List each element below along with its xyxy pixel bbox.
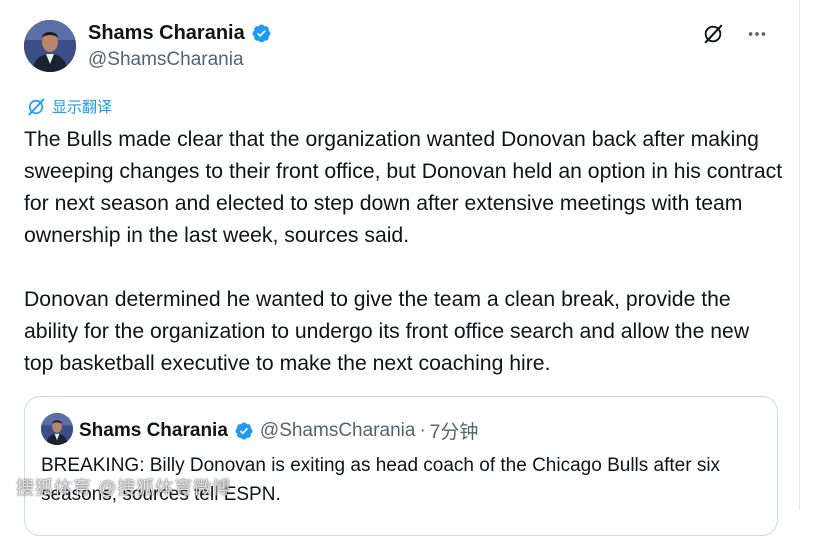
show-translation-button[interactable]: 显示翻译 xyxy=(26,96,112,117)
quoted-author-avatar[interactable] xyxy=(41,413,73,445)
author-handle[interactable]: @ShamsCharania xyxy=(88,49,272,71)
verified-badge-icon xyxy=(252,24,271,42)
tweet-body-text: The Bulls made clear that the organizati… xyxy=(24,128,783,375)
grok-icon[interactable] xyxy=(701,22,725,46)
show-translation-label: 显示翻译 xyxy=(52,99,113,116)
author-avatar[interactable] xyxy=(24,20,76,72)
quoted-author-name[interactable]: Shams Charania xyxy=(79,420,228,442)
author-block: Shams Charania @ShamsCharania xyxy=(88,20,272,71)
quoted-tweet-text: BREAKING: Billy Donovan is exiting as he… xyxy=(41,455,721,505)
author-name[interactable]: Shams Charania xyxy=(88,22,245,45)
tweet-actions xyxy=(701,22,769,46)
more-options-icon[interactable] xyxy=(745,22,769,46)
quoted-tweet-timestamp[interactable]: 7分钟 xyxy=(430,417,479,444)
verified-badge-icon xyxy=(235,421,253,440)
tweet-card: Shams Charania @ShamsCharania 显示翻译 The B… xyxy=(0,0,800,536)
quoted-tweet[interactable]: Shams Charania @ShamsCharania · 7分钟 BREA… xyxy=(24,396,778,536)
translate-icon xyxy=(28,98,45,115)
quoted-author-handle[interactable]: @ShamsCharania xyxy=(260,420,416,442)
meta-separator: · xyxy=(419,419,426,441)
quoted-tweet-header: Shams Charania @ShamsCharania · 7分钟 xyxy=(79,417,478,444)
